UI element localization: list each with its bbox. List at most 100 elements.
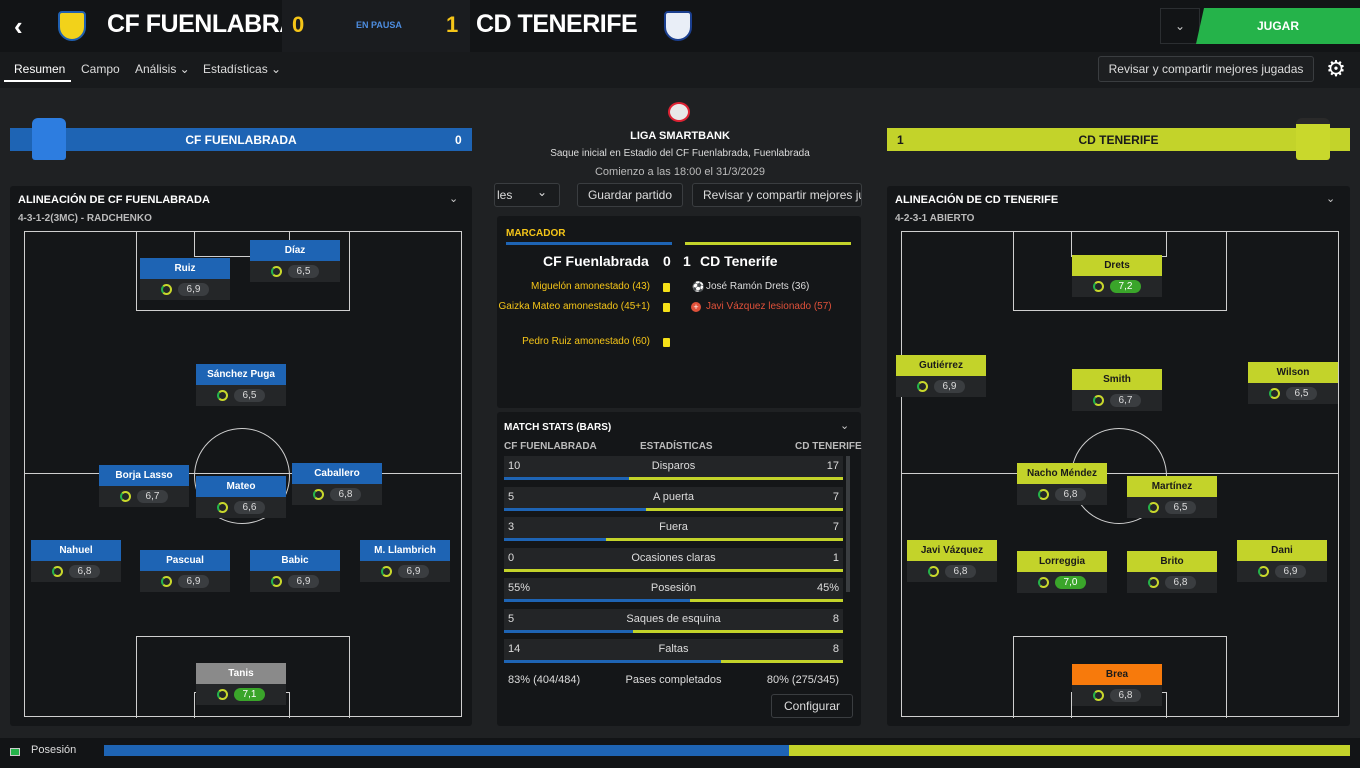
stat-away-value: 17 — [826, 460, 839, 472]
tab-analisis[interactable]: Análisis ⌄ — [135, 62, 190, 76]
home-lineup-title: ALINEACIÓN DE CF FUENLABRADA — [18, 194, 210, 206]
condition-icon — [916, 381, 928, 392]
player-name: Sánchez Puga — [196, 364, 286, 385]
home-color-bar — [506, 242, 672, 245]
player-rating: 6,9 — [933, 380, 966, 393]
stat-home-value: 55% — [508, 582, 531, 594]
player-card[interactable]: Dani 6,9 — [1237, 540, 1327, 582]
player-name: M. Llambrich — [360, 540, 450, 561]
stat-home-bar — [504, 599, 691, 602]
player-rating: 6,9 — [177, 575, 210, 588]
player-name: Nacho Méndez — [1017, 463, 1107, 484]
stat-away-bar — [690, 599, 843, 602]
stat-label: Fuera — [659, 521, 688, 533]
player-name: Pascual — [140, 550, 230, 571]
player-rating: 6,9 — [287, 575, 320, 588]
player-name: Smith — [1072, 369, 1162, 390]
player-card[interactable]: M. Llambrich 6,9 — [360, 540, 450, 582]
stat-label: Saques de esquina — [626, 612, 721, 625]
player-card[interactable]: Díaz 6,5 — [250, 240, 340, 282]
player-card[interactable]: Ruiz 6,9 — [140, 258, 230, 300]
player-card[interactable]: Babic 6,9 — [250, 550, 340, 592]
player-card[interactable]: Lorreggia 7,0 — [1017, 551, 1107, 593]
player-card[interactable]: Javi Vázquez 6,8 — [907, 540, 997, 582]
player-card[interactable]: Wilson 6,5 — [1248, 362, 1338, 404]
player-card[interactable]: Drets 7,2 — [1072, 255, 1162, 297]
stat-away-bar — [720, 660, 843, 663]
player-rating-row: 6,9 — [140, 279, 230, 300]
condition-icon — [1147, 502, 1159, 513]
review-share-button[interactable]: Revisar y compartir mejores ju — [692, 183, 862, 207]
player-rating-row: 6,8 — [31, 561, 121, 582]
away-formation: 4-2-3-1 ABIERTO — [895, 213, 975, 224]
stats-scrollbar[interactable] — [846, 456, 850, 592]
player-rating-row: 6,8 — [907, 561, 997, 582]
away-color-bar — [685, 242, 851, 245]
player-name: Brea — [1072, 664, 1162, 685]
away-lineup-title: ALINEACIÓN DE CD TENERIFE — [895, 194, 1059, 206]
possession-icon — [10, 748, 20, 756]
player-name: Babic — [250, 550, 340, 571]
player-rating: 7,1 — [233, 688, 266, 701]
player-card[interactable]: Brea 6,8 — [1072, 664, 1162, 706]
player-card[interactable]: Martínez 6,5 — [1127, 476, 1217, 518]
home-event: Pedro Ruiz amonestado (60) — [522, 336, 650, 347]
player-rating: 6,7 — [136, 490, 169, 503]
home-banner-score: 0 — [455, 133, 462, 147]
stat-away-value: 7 — [832, 521, 839, 533]
player-card[interactable]: Caballero 6,8 — [292, 463, 382, 505]
stat-away-bar — [632, 629, 843, 633]
match-status: EN PAUSA — [356, 20, 402, 30]
tab-resumen[interactable]: Resumen — [14, 62, 65, 76]
home-event: Miguelón amonestado (43) — [531, 281, 650, 292]
play-button[interactable]: JUGAR — [1196, 8, 1360, 44]
player-rating: 6,9 — [1274, 565, 1307, 578]
stat-away-value: 7 — [832, 490, 839, 503]
player-card[interactable]: Brito 6,8 — [1127, 551, 1217, 593]
player-rating: 6,8 — [1109, 689, 1142, 702]
stat-away-bar — [629, 477, 843, 480]
player-rating-row: 6,5 — [1248, 383, 1338, 404]
view-select-label: les — [497, 188, 513, 202]
stat-away-bar — [605, 538, 843, 541]
chevron-down-icon[interactable]: ⌄ — [449, 192, 458, 205]
condition-icon — [216, 390, 228, 401]
player-card[interactable]: Gutiérrez 6,9 — [896, 355, 986, 397]
stat-home-value: 10 — [508, 460, 521, 472]
back-arrow-icon[interactable]: ‹ — [14, 12, 40, 40]
player-card[interactable]: Nahuel 6,8 — [31, 540, 121, 582]
view-select[interactable]: les ⌄ — [494, 183, 560, 207]
scoreboard-away-name: CD Tenerife — [700, 253, 778, 269]
player-card[interactable]: Tanis 7,1 — [196, 663, 286, 705]
player-rating-row: 6,6 — [196, 497, 286, 518]
chevron-down-icon[interactable]: ⌄ — [1326, 192, 1335, 205]
gear-icon[interactable]: ⚙ — [1322, 55, 1350, 83]
player-name: Martínez — [1127, 476, 1217, 497]
player-card[interactable]: Sánchez Puga 6,5 — [196, 364, 286, 406]
stat-away-bar — [504, 568, 843, 572]
player-card[interactable]: Nacho Méndez 6,8 — [1017, 463, 1107, 505]
stat-away-value: 8 — [832, 612, 839, 625]
condition-icon — [1092, 690, 1104, 701]
player-rating: 6,5 — [1164, 501, 1197, 514]
tab-estadisticas[interactable]: Estadísticas ⌄ — [203, 62, 281, 76]
player-rating-row: 6,8 — [292, 484, 382, 505]
player-card[interactable]: Borja Lasso 6,7 — [99, 465, 189, 507]
player-rating: 6,9 — [397, 565, 430, 578]
ball-icon: ⚽ — [692, 282, 705, 293]
review-highlights-button[interactable]: Revisar y compartir mejores jugadas — [1098, 56, 1314, 82]
condition-icon — [270, 576, 282, 587]
chevron-down-icon[interactable]: ⌄ — [1160, 8, 1200, 44]
save-match-button[interactable]: Guardar partido — [577, 183, 683, 207]
player-card[interactable]: Smith 6,7 — [1072, 369, 1162, 411]
chevron-down-icon[interactable]: ⌄ — [840, 419, 849, 432]
stat-home-value: 5 — [508, 612, 515, 625]
configure-button[interactable]: Configurar — [771, 694, 853, 718]
player-card[interactable]: Mateo 6,6 — [196, 476, 286, 518]
scoreboard-home-score: 0 — [663, 253, 671, 269]
player-rating: 6,8 — [1164, 576, 1197, 589]
tab-campo[interactable]: Campo — [81, 62, 120, 76]
player-rating-row: 6,5 — [196, 385, 286, 406]
player-card[interactable]: Pascual 6,9 — [140, 550, 230, 592]
player-rating-row: 6,9 — [360, 561, 450, 582]
